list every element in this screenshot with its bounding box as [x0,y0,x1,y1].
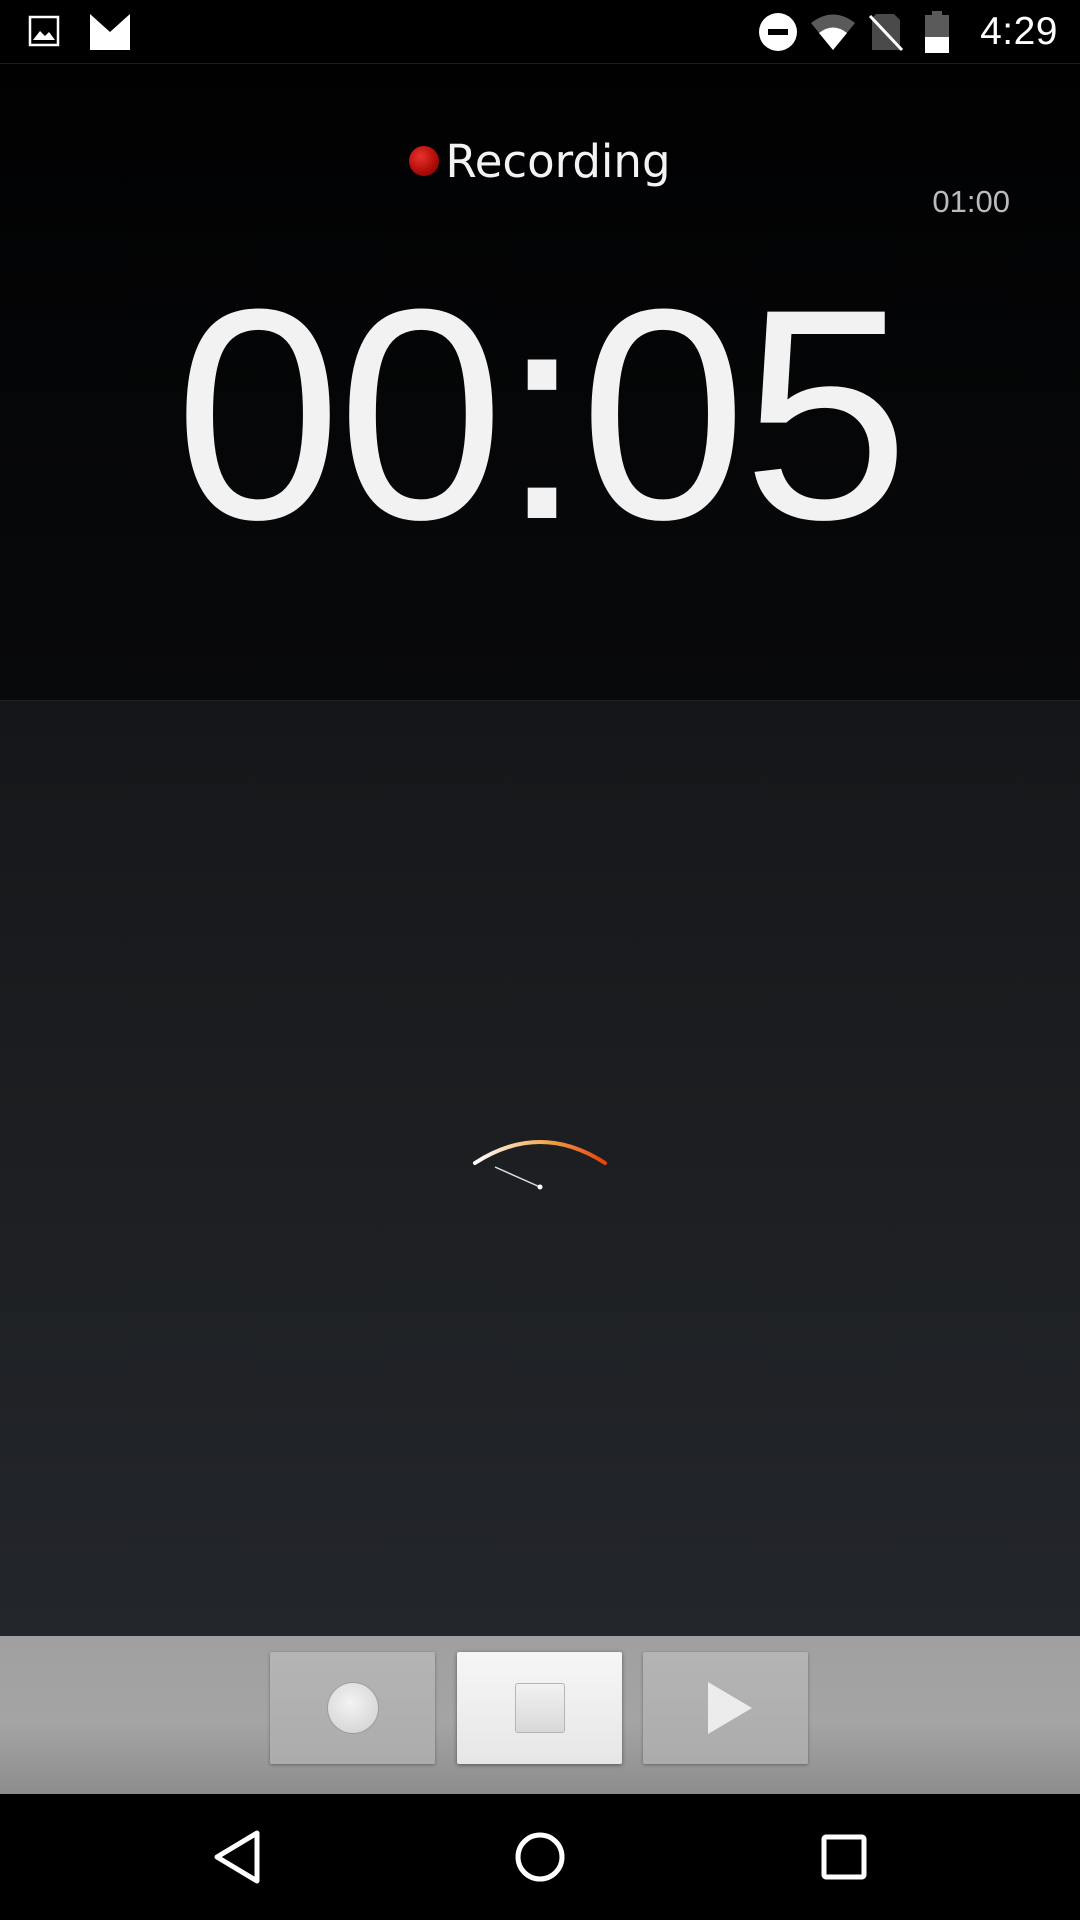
no-sim-icon [868,12,904,56]
battery-icon [924,11,950,57]
play-button[interactable] [643,1652,808,1764]
vu-meter-icon [473,1140,607,1190]
stop-button[interactable] [457,1652,622,1764]
recording-state: Recording [0,132,1080,192]
state-label: Recording [445,135,671,188]
max-duration-label: 01:00 [932,184,1010,219]
system-icons: 4:29 [758,8,1058,56]
status-bar: 4:29 [0,0,1080,64]
home-button[interactable] [505,1822,575,1892]
recents-button[interactable] [809,1822,879,1892]
navigation-bar [0,1794,1080,1920]
record-icon [327,1683,378,1733]
wifi-icon [810,12,856,56]
home-icon [515,1832,565,1882]
do-not-disturb-icon [758,12,798,56]
recents-icon [821,1834,867,1880]
record-button[interactable] [270,1652,435,1764]
sound-recorder-screen: 4:29 Recording 01:00 00:05 [0,0,1080,1920]
stop-icon [514,1683,565,1733]
back-button[interactable] [202,1822,272,1892]
recorder-controls [0,1636,1080,1794]
status-time: 4:29 [980,10,1058,53]
recording-indicator-icon [409,146,440,176]
back-icon [214,1830,260,1884]
level-meter-panel [0,701,1080,1636]
elapsed-timer: 00:05 [174,246,910,582]
gmail-notification-icon [90,14,130,54]
play-icon [707,1682,752,1734]
recorder-state-panel: Recording 01:00 00:05 [0,64,1080,701]
image-notification-icon [28,15,60,51]
